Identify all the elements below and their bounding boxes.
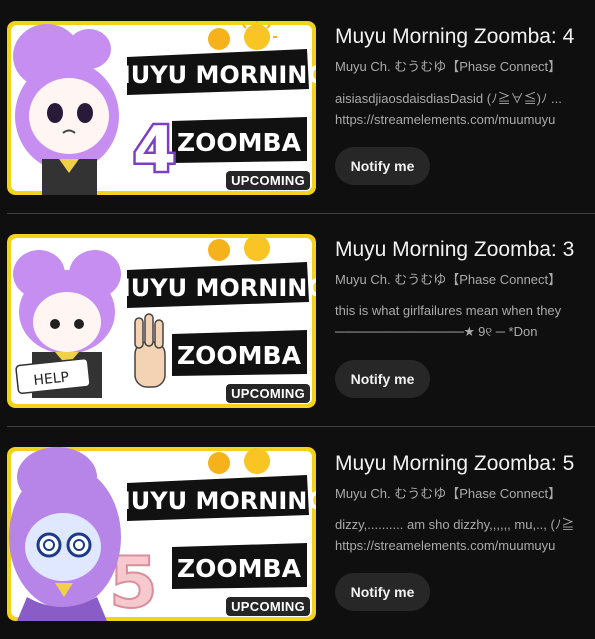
- notify-me-button[interactable]: Notify me: [335, 147, 430, 185]
- video-description-link: https://streamelements.com/muumuyu: [335, 112, 556, 127]
- video-description-line: dizzy,.......... am sho dizzhy,,,,,, mu,…: [335, 517, 575, 532]
- upcoming-badge: UPCOMING: [226, 597, 310, 616]
- banner-bottom-text: ZOOMBA: [177, 341, 302, 370]
- banner-top-text: MUYU MORNING: [107, 274, 316, 302]
- video-description-decoration: ──────────────★ 9୧ ─ *Don: [335, 324, 538, 339]
- banner-bottom-text: ZOOMBA: [177, 554, 302, 583]
- video-description-line: this is what girlfailures mean when they: [335, 303, 562, 318]
- channel-name[interactable]: Muyu Ch. むうむゆ【Phase Connect】: [335, 56, 561, 75]
- video-title[interactable]: Muyu Morning Zoomba: 5: [335, 452, 574, 476]
- banner-top-text: MUYU MORNING: [107, 487, 316, 515]
- video-title[interactable]: Muyu Morning Zoomba: 4: [335, 25, 574, 49]
- video-thumbnail[interactable]: MUYU MORNING ZOOMBA 5 UPCOMING: [7, 447, 316, 621]
- video-item: MUYU MORNING ZOOMBA 5 UPCOMING Muyu Morn…: [0, 427, 595, 627]
- video-item: MUYU MORNING ZOOMBA HELP UPCOMING Muyu M…: [0, 214, 595, 414]
- upcoming-badge: UPCOMING: [226, 384, 310, 403]
- banner-top-text: MUYU MORNING: [107, 61, 316, 89]
- thumbnail-art: MUYU MORNING ZOOMBA HELP: [7, 234, 316, 408]
- upcoming-badge: UPCOMING: [226, 171, 310, 190]
- hand-three-fingers-illustration: [134, 313, 166, 388]
- notify-me-button[interactable]: Notify me: [335, 360, 430, 398]
- channel-name[interactable]: Muyu Ch. むうむゆ【Phase Connect】: [335, 269, 561, 288]
- thumbnail-art: MUYU MORNING ZOOMBA 4: [7, 21, 316, 195]
- video-thumbnail[interactable]: MUYU MORNING ZOOMBA 4 UPCOMING: [7, 21, 316, 195]
- thumbnail-art: MUYU MORNING ZOOMBA 5: [7, 447, 316, 621]
- banner-bottom-text: ZOOMBA: [177, 128, 302, 157]
- video-thumbnail[interactable]: MUYU MORNING ZOOMBA HELP UPCOMING: [7, 234, 316, 408]
- episode-number: 4: [133, 113, 176, 186]
- video-item: MUYU MORNING ZOOMBA 4 UPCOMING Muyu Morn…: [0, 0, 595, 200]
- video-title[interactable]: Muyu Morning Zoomba: 3: [335, 238, 574, 262]
- channel-name[interactable]: Muyu Ch. むうむゆ【Phase Connect】: [335, 483, 561, 502]
- video-description-link: https://streamelements.com/muumuyu: [335, 538, 556, 553]
- notify-me-button[interactable]: Notify me: [335, 573, 430, 611]
- video-list: MUYU MORNING ZOOMBA 4 UPCOMING Muyu Morn…: [0, 0, 595, 639]
- video-description-line: aisiasdjiaosdaisdiasDasid (ﾉ≧∀≦)ﾉ ...: [335, 91, 562, 106]
